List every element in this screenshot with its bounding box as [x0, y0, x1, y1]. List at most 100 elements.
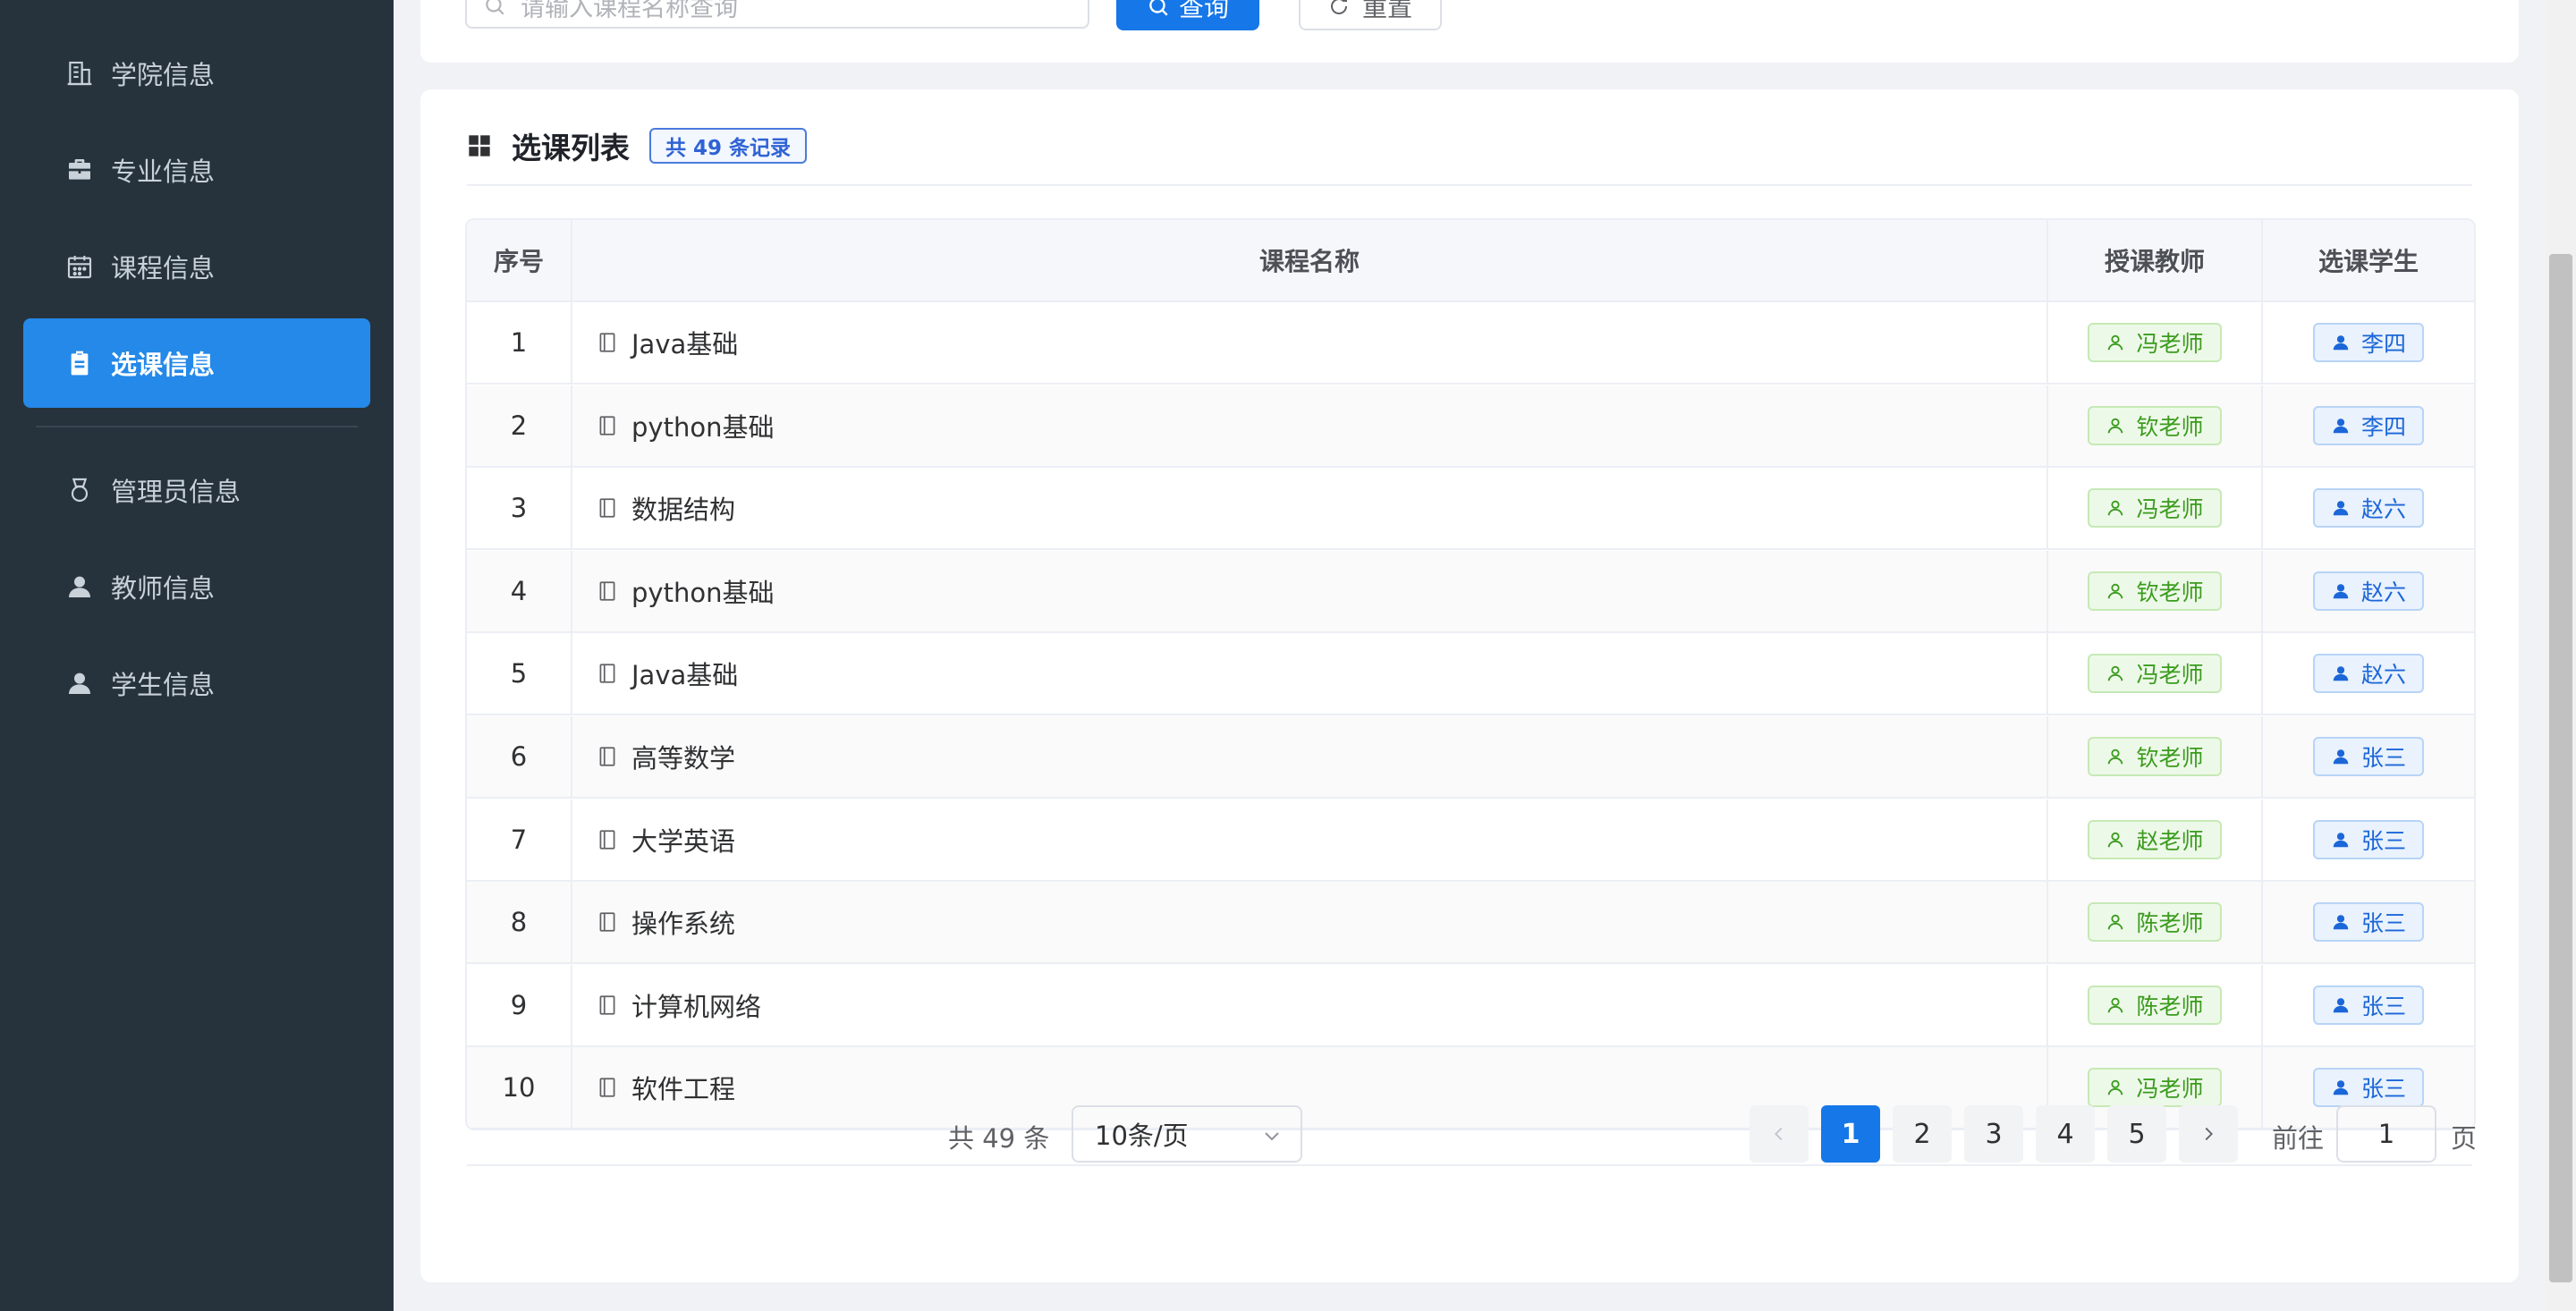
page-button-3[interactable]: 3: [1964, 1105, 2023, 1163]
next-page-button[interactable]: [2179, 1105, 2238, 1163]
column-header-no[interactable]: 序号: [467, 220, 572, 300]
teacher-name: 冯老师: [2136, 662, 2204, 689]
book-icon: [596, 496, 631, 520]
sidebar-item-label: 选课信息: [111, 350, 216, 380]
calendar-icon: [64, 251, 95, 282]
cell-student: 李四: [2263, 302, 2474, 383]
table-row[interactable]: 6 高等数学 钦老师 张三: [467, 716, 2474, 799]
book-icon: [596, 662, 631, 685]
user-icon: [2331, 581, 2361, 601]
page-button-5[interactable]: 5: [2107, 1105, 2166, 1163]
student-name: 张三: [2360, 745, 2406, 771]
user-icon: [2331, 747, 2361, 766]
goto-page-input[interactable]: 1: [2336, 1105, 2436, 1163]
table-row[interactable]: 1 Java基础 冯老师 李四: [467, 302, 2474, 385]
cell-student: 赵六: [2263, 633, 2474, 714]
scrollbar-thumb[interactable]: [2549, 254, 2572, 1282]
sidebar-item-college[interactable]: 学院信息: [23, 29, 370, 118]
column-header-teacher[interactable]: 授课教师: [2048, 220, 2263, 300]
page-button-4[interactable]: 4: [2036, 1105, 2095, 1163]
user-icon: [2106, 498, 2136, 518]
cell-course: 数据结构: [572, 468, 2048, 549]
page-unit-label: 页: [2451, 1123, 2478, 1154]
enrollment-table: 序号 课程名称 授课教师 选课学生 1 Java基础 冯老师 李四 2 python基础钦…: [465, 218, 2476, 1130]
sidebar-item-label: 专业信息: [111, 156, 216, 187]
sidebar-item-admin[interactable]: 管理员信息: [23, 445, 370, 535]
table-row[interactable]: 8 操作系统 陈老师 张三: [467, 882, 2474, 965]
page-button-1[interactable]: 1: [1821, 1105, 1880, 1163]
teacher-tag: 钦老师: [2088, 571, 2222, 611]
student-tag: 张三: [2312, 902, 2424, 943]
cell-teacher: 冯老师: [2048, 468, 2263, 549]
sidebar-item-label: 管理员信息: [111, 477, 242, 507]
cell-student: 张三: [2263, 882, 2474, 962]
reset-button[interactable]: 重置: [1299, 0, 1442, 30]
column-header-student[interactable]: 选课学生: [2263, 220, 2474, 300]
user-icon: [2331, 830, 2361, 850]
table-row[interactable]: 10 软件工程 冯老师 张三: [467, 1047, 2474, 1129]
record-count-badge: 共 49 条记录: [649, 128, 808, 164]
book-icon: [596, 331, 631, 354]
user-icon: [2331, 1078, 2361, 1097]
course-name: 软件工程: [631, 1074, 736, 1105]
table-row[interactable]: 7 大学英语 赵老师 张三: [467, 799, 2474, 882]
course-name: 计算机网络: [631, 991, 762, 1022]
briefcase-icon: [64, 155, 95, 185]
chevron-right-icon: [2205, 1127, 2213, 1141]
table-row[interactable]: 3 数据结构 冯老师 赵六: [467, 468, 2474, 551]
card-header: 选课列表 共 49 条记录: [467, 123, 808, 168]
cell-course: python基础: [572, 550, 2048, 631]
sidebar-divider: [36, 426, 358, 427]
cell-teacher: 钦老师: [2048, 385, 2263, 466]
query-label: 查询: [1178, 0, 1229, 22]
cell-no: 1: [467, 302, 572, 383]
cell-course: Java基础: [572, 633, 2048, 715]
clipboard-icon: [64, 348, 95, 378]
student-tag: 张三: [2312, 819, 2424, 859]
cell-course: 高等数学: [572, 716, 2048, 797]
page-size-select[interactable]: 10条/页: [1072, 1105, 1302, 1163]
book-icon: [596, 994, 631, 1017]
student-name: 李四: [2360, 413, 2406, 440]
teacher-name: 钦老师: [2136, 413, 2204, 440]
user-icon: [2106, 416, 2136, 436]
enrollment-list-card: 选课列表 共 49 条记录 序号 课程名称 授课教师 选课学生 1 Java基础冯…: [420, 89, 2519, 1282]
table-row[interactable]: 9 计算机网络 陈老师 张三: [467, 964, 2474, 1047]
table-row[interactable]: 4 python基础 钦老师 赵六: [467, 550, 2474, 633]
student-name: 张三: [2360, 993, 2406, 1019]
medal-icon: [64, 475, 95, 505]
cell-no: 5: [467, 633, 572, 715]
student-tag: 张三: [2312, 737, 2424, 776]
course-name: 大学英语: [631, 825, 736, 857]
cell-course: Java基础: [572, 302, 2048, 383]
sidebar-item-major[interactable]: 专业信息: [23, 125, 370, 215]
cell-no: 4: [467, 550, 572, 631]
prev-page-button[interactable]: [1750, 1105, 1809, 1163]
goto-label: 前往: [2272, 1123, 2325, 1154]
sidebar-item-teacher[interactable]: 教师信息: [23, 542, 370, 631]
teacher-name: 冯老师: [2136, 496, 2204, 523]
query-button[interactable]: 查询: [1116, 0, 1259, 30]
teacher-name: 钦老师: [2136, 579, 2204, 605]
page-button-2[interactable]: 2: [1893, 1105, 1952, 1163]
teacher-tag: 冯老师: [2088, 488, 2222, 529]
course-name: Java基础: [631, 660, 739, 691]
cell-course: 操作系统: [572, 882, 2048, 963]
cell-no: 8: [467, 882, 572, 963]
cell-course: python基础: [572, 385, 2048, 466]
cell-student: 李四: [2263, 385, 2474, 466]
cell-no: 7: [467, 799, 572, 880]
book-icon: [596, 745, 631, 768]
column-header-course[interactable]: 课程名称: [572, 220, 2048, 300]
sidebar-item-course[interactable]: 课程信息: [23, 222, 370, 311]
sidebar-item-student[interactable]: 学生信息: [23, 639, 370, 728]
search-input[interactable]: 请输入课程名称查询: [465, 0, 1089, 29]
user-icon: [2106, 1078, 2136, 1097]
sidebar-item-enrollment[interactable]: 选课信息: [23, 318, 370, 408]
table-row[interactable]: 2 python基础 钦老师 李四: [467, 385, 2474, 468]
user-icon: [2331, 498, 2361, 518]
teacher-name: 陈老师: [2136, 993, 2204, 1019]
chevron-left-icon: [1775, 1127, 1783, 1141]
user-icon: [2106, 830, 2136, 850]
table-row[interactable]: 5 Java基础 冯老师 赵六: [467, 633, 2474, 716]
